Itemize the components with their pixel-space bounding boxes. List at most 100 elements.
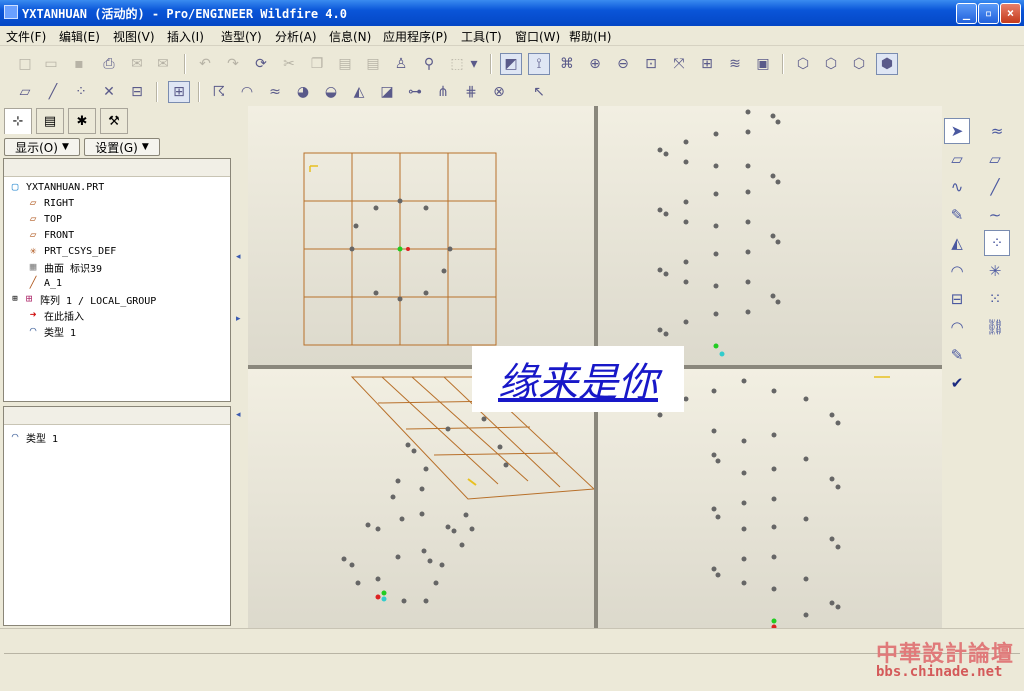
- collapse-arrow-icon[interactable]: ▸: [236, 314, 241, 324]
- viewport-front[interactable]: [248, 106, 594, 365]
- wireframe-icon[interactable]: ⬡: [792, 53, 814, 75]
- trim-icon[interactable]: ⊟: [944, 286, 970, 312]
- collapse-arrow-icon[interactable]: ◂: [236, 252, 241, 262]
- menu-file[interactable]: 文件(F): [6, 28, 46, 45]
- tree-item-pattern[interactable]: ⊞ ⊞ 阵列 1 / LOCAL_GROUP: [8, 291, 156, 307]
- whats-this-icon[interactable]: ↖: [528, 81, 550, 103]
- style-datum-icon[interactable]: ≈: [984, 118, 1010, 144]
- redo-icon[interactable]: ↷: [222, 53, 244, 75]
- app-icon[interactable]: [4, 5, 18, 19]
- tree-item-style[interactable]: ◠ 类型 1: [26, 323, 76, 339]
- no-hidden-icon[interactable]: ⬡: [848, 53, 870, 75]
- model-player-icon[interactable]: ♙: [390, 53, 412, 75]
- zoom-in-icon[interactable]: ⊕: [584, 53, 606, 75]
- select-dropdown-icon[interactable]: ▾: [468, 53, 480, 75]
- plane-display-icon[interactable]: ◩: [500, 53, 522, 75]
- cut-icon[interactable]: ✂: [278, 53, 300, 75]
- menu-tools[interactable]: 工具(T): [461, 28, 502, 45]
- select-icon[interactable]: ➤: [944, 118, 970, 144]
- deviation-icon[interactable]: ⋕: [460, 81, 482, 103]
- regenerate-icon[interactable]: ⟳: [250, 53, 272, 75]
- slope-icon[interactable]: ⊶: [404, 81, 426, 103]
- paste-special-icon[interactable]: ▤: [362, 53, 384, 75]
- refit-icon[interactable]: ⊡: [640, 53, 662, 75]
- paste-icon[interactable]: ▤: [334, 53, 356, 75]
- curve-icon[interactable]: ∿: [944, 174, 970, 200]
- minimize-button[interactable]: _: [956, 3, 977, 24]
- zoom-out-icon[interactable]: ⊖: [612, 53, 634, 75]
- tree-item-part[interactable]: ▢ YXTANHUAN.PRT: [8, 179, 105, 195]
- datum-plane-display-icon[interactable]: ▱: [14, 81, 36, 103]
- tree-item-surface[interactable]: ▦ 曲面 标识39: [26, 259, 102, 275]
- named-views-icon[interactable]: ⌘: [556, 53, 578, 75]
- find-icon[interactable]: ⚲: [418, 53, 440, 75]
- menu-insert[interactable]: 插入(I): [167, 28, 204, 45]
- reflection-icon[interactable]: ◭: [348, 81, 370, 103]
- curvature-icon[interactable]: ☈: [208, 81, 230, 103]
- node-icon[interactable]: ⋔: [432, 81, 454, 103]
- favorites-icon[interactable]: ✱: [68, 108, 96, 134]
- connections-icon[interactable]: ⚒: [100, 108, 128, 134]
- copy-icon[interactable]: ❐: [306, 53, 328, 75]
- menu-help[interactable]: 帮助(H): [569, 28, 611, 45]
- show-dropdown[interactable]: 显示(O) ▼: [4, 138, 80, 156]
- tree-item-insert-here[interactable]: ➜ 在此插入: [26, 307, 84, 323]
- print-icon[interactable]: ⎙: [98, 53, 120, 75]
- menu-window[interactable]: 窗口(W): [515, 28, 560, 45]
- tree-item-axis[interactable]: ╱ A_1: [26, 275, 62, 291]
- menu-edit[interactable]: 编辑(E): [59, 28, 100, 45]
- annotation-display-icon[interactable]: ⊟: [126, 81, 148, 103]
- menu-applications[interactable]: 应用程序(P): [383, 28, 448, 45]
- model-tree-icon[interactable]: ⊹: [4, 108, 32, 134]
- hidden-line-icon[interactable]: ⬡: [820, 53, 842, 75]
- section-analysis-icon[interactable]: ◠: [236, 81, 258, 103]
- offset-icon[interactable]: ⁙: [982, 286, 1008, 312]
- tree-item-top[interactable]: ▱ TOP: [26, 211, 62, 227]
- datum-plane-tool-icon[interactable]: ▱: [982, 146, 1008, 172]
- csys-tool-icon[interactable]: ✳: [982, 258, 1008, 284]
- menu-analysis[interactable]: 分析(A): [275, 28, 317, 45]
- menu-info[interactable]: 信息(N): [329, 28, 371, 45]
- link-icon[interactable]: ⛓: [982, 314, 1008, 340]
- spin-center-toggle-icon[interactable]: ⊞: [168, 81, 190, 103]
- datum-axis-tool-icon[interactable]: ╱: [982, 174, 1008, 200]
- shade-curvature-icon[interactable]: ◪: [376, 81, 398, 103]
- maximize-button[interactable]: ▫: [978, 3, 999, 24]
- close-button[interactable]: ×: [1000, 3, 1021, 24]
- menu-view[interactable]: 视图(V): [113, 28, 155, 45]
- email-link-icon[interactable]: ✉: [152, 53, 174, 75]
- csys-display-icon[interactable]: ✕: [98, 81, 120, 103]
- datum-curve-tool-icon[interactable]: ∼: [982, 202, 1008, 228]
- settings-dropdown[interactable]: 设置(G) ▼: [84, 138, 160, 156]
- save-icon[interactable]: ▪: [68, 53, 90, 75]
- datum-point-tool-icon[interactable]: ⁘: [984, 230, 1010, 256]
- reorient-icon[interactable]: ⤧: [668, 53, 690, 75]
- datum-axis-display-icon[interactable]: ╱: [42, 81, 64, 103]
- viewport-right[interactable]: [598, 106, 942, 365]
- select-box-icon[interactable]: ⬚: [446, 53, 468, 75]
- tree-item-right[interactable]: ▱ RIGHT: [26, 195, 74, 211]
- new-icon[interactable]: □: [14, 53, 36, 75]
- tree-item-csys[interactable]: ✳ PRT_CSYS_DEF: [26, 243, 117, 259]
- menu-style[interactable]: 造型(Y): [221, 28, 262, 45]
- layers-icon[interactable]: ≋: [724, 53, 746, 75]
- tree-item-front[interactable]: ▱ FRONT: [26, 227, 74, 243]
- undo-icon[interactable]: ↶: [194, 53, 216, 75]
- draft-analysis-icon[interactable]: ◕: [292, 81, 314, 103]
- email-icon[interactable]: ✉: [126, 53, 148, 75]
- plane-icon[interactable]: ▱: [944, 146, 970, 172]
- trim-surface-icon[interactable]: ✎: [944, 342, 970, 368]
- dihedral-icon[interactable]: ◒: [320, 81, 342, 103]
- offset-analysis-icon[interactable]: ≈: [264, 81, 286, 103]
- surface-icon[interactable]: ◭: [944, 230, 970, 256]
- saved-views-icon[interactable]: ⊞: [696, 53, 718, 75]
- spin-center-icon[interactable]: ⟟: [528, 53, 550, 75]
- point-display-icon[interactable]: ⁘: [70, 81, 92, 103]
- shading-icon[interactable]: ⬢: [876, 53, 898, 75]
- curve-edit-icon[interactable]: ✎: [944, 202, 970, 228]
- connect-icon[interactable]: ◠: [944, 314, 970, 340]
- subtree-item-style[interactable]: ◠ 类型 1: [8, 429, 58, 445]
- folder-browser-icon[interactable]: ▤: [36, 108, 64, 134]
- accept-icon[interactable]: ✔: [944, 370, 970, 396]
- open-icon[interactable]: ▭: [40, 53, 62, 75]
